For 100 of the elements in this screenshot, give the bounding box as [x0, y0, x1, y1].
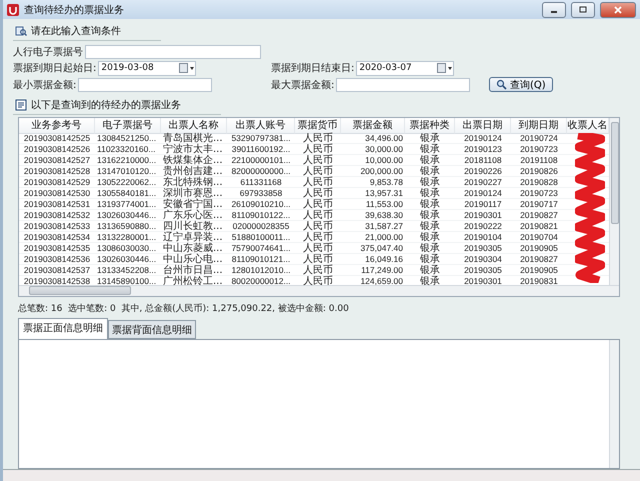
table-cell: 20190308142536	[19, 254, 95, 265]
table-cell: 20190123	[455, 144, 511, 155]
table-cell: 银承	[405, 254, 455, 265]
table-cell: 宁波市太丰...	[161, 144, 227, 155]
vertical-scrollbar[interactable]	[609, 118, 619, 285]
calendar-icon[interactable]	[437, 63, 454, 74]
table-cell: 20190104	[455, 232, 511, 243]
table-cell: 四川长虹教...	[161, 220, 227, 232]
table-cell: 20190905	[511, 242, 567, 254]
column-header[interactable]: 出票日期	[455, 118, 511, 134]
table-cell: 20190308142530	[19, 188, 95, 199]
close-button[interactable]	[600, 2, 636, 18]
table-cell: 深圳市赛恩...	[161, 188, 227, 199]
table-cell: 13026030446...	[95, 210, 161, 221]
table-cell: 银承	[405, 144, 455, 155]
table-cell: 辽宁卓异装...	[161, 232, 227, 243]
table-cell: 20190124	[455, 132, 511, 144]
app-logo-icon	[7, 4, 19, 16]
table-cell: 21,000.00	[341, 232, 405, 243]
table-cell: 10,000.00	[341, 154, 405, 166]
table-cell: 人民币	[295, 176, 341, 188]
input-field[interactable]	[85, 45, 261, 60]
table-cell: 611331168	[227, 176, 295, 188]
table-cell: 13052220062...	[95, 176, 161, 188]
table-cell: 20190308142531	[19, 198, 95, 210]
table-cell: 697933858	[227, 188, 295, 199]
table-cell: 广东乐心医...	[161, 210, 227, 221]
table-cell: 银承	[405, 242, 455, 254]
column-header[interactable]: 业务参考号	[19, 118, 95, 134]
table-cell: 人民币	[295, 242, 341, 254]
table-cell: 铁煤集体企...	[161, 154, 227, 166]
table-cell: 22100000101...	[227, 154, 295, 166]
column-header[interactable]: 票据种类	[405, 118, 455, 134]
table-cell: 20190305	[455, 242, 511, 254]
maximize-icon	[579, 6, 587, 14]
table-cell: 11,553.00	[341, 198, 405, 210]
table-cell: 20190308142532	[19, 210, 95, 221]
input-field[interactable]	[336, 78, 470, 92]
document-icon	[15, 98, 27, 111]
table-cell: 银承	[405, 132, 455, 144]
table-cell: 人民币	[295, 254, 341, 265]
table-cell: 贵州创吉建...	[161, 166, 227, 177]
table-cell: 20181108	[455, 154, 511, 166]
table-cell: 人民币	[295, 210, 341, 221]
table-cell: 20190227	[455, 176, 511, 188]
minimize-button[interactable]	[542, 2, 566, 18]
query-button[interactable]: 查询(Q)	[489, 77, 553, 92]
input-field[interactable]	[78, 78, 212, 92]
table-cell: 51880100011...	[227, 232, 295, 243]
table-cell: 20190827	[511, 254, 567, 265]
date-field[interactable]: 2020-03-07	[356, 60, 454, 76]
horizontal-scrollbar[interactable]	[19, 284, 619, 296]
table-cell: 20191108	[511, 154, 567, 166]
table-cell: 人民币	[295, 154, 341, 166]
table-cell: 13086030030...	[95, 242, 161, 254]
table-cell: 20190124	[455, 188, 511, 199]
table-cell: 13084521250...	[95, 132, 161, 144]
column-header[interactable]: 出票人名称	[161, 118, 227, 134]
tab[interactable]: 票据正面信息明细	[18, 318, 108, 339]
table-cell: 银承	[405, 264, 455, 276]
section-title: 请在此输入查询条件	[31, 24, 121, 38]
table-cell: 20190308142525	[19, 132, 95, 144]
table-cell: 81109010121...	[227, 254, 295, 265]
table-cell: 人民币	[295, 220, 341, 232]
vertical-scrollbar[interactable]	[609, 340, 619, 468]
table-cell: 人民币	[295, 232, 341, 243]
column-header[interactable]: 票据金额	[341, 118, 405, 134]
column-header[interactable]: 收票人名	[567, 118, 609, 134]
column-header[interactable]: 到期日期	[511, 118, 567, 134]
table-cell: 13162210000...	[95, 154, 161, 166]
maximize-button[interactable]	[571, 2, 595, 18]
table-cell: 20190826	[511, 166, 567, 177]
table-cell: 人民币	[295, 188, 341, 199]
table-cell: 银承	[405, 176, 455, 188]
table-cell: 20190308142529	[19, 176, 95, 188]
table-cell: 东北特殊钢...	[161, 176, 227, 188]
table-cell: 人民币	[295, 132, 341, 144]
table-cell: 82000000000...	[227, 166, 295, 177]
table-cell: 20190905	[511, 264, 567, 276]
table-cell: 20190723	[511, 144, 567, 155]
summary-text: 总笔数: 16 选中笔数: 0 其中, 总金额(人民币): 1,275,090.22, 被选中金额: 0.00	[18, 302, 350, 315]
date-field[interactable]: 2019-03-08	[98, 60, 196, 76]
column-header[interactable]: 票据货币	[295, 118, 341, 134]
calendar-icon[interactable]	[179, 63, 196, 74]
table-cell: 13,957.31	[341, 188, 405, 199]
tab[interactable]: 票据背面信息明细	[108, 320, 196, 339]
field-label: 最小票据金额:	[13, 78, 76, 92]
table-cell: 75790074641...	[227, 242, 295, 254]
column-header[interactable]: 电子票据号	[95, 118, 161, 134]
column-header[interactable]: 出票人账号	[227, 118, 295, 134]
table-cell: 银承	[405, 220, 455, 232]
table-cell: 20190226	[455, 166, 511, 177]
table-cell: 375,047.40	[341, 242, 405, 254]
table-cell: 人民币	[295, 198, 341, 210]
table-cell: 人民币	[295, 166, 341, 177]
table-cell: 银承	[405, 166, 455, 177]
table-cell: 20190117	[455, 198, 511, 210]
table-cell: 20190308142527	[19, 154, 95, 166]
table-cell: 安徽省宁国...	[161, 198, 227, 210]
table-cell: 20190723	[511, 188, 567, 199]
